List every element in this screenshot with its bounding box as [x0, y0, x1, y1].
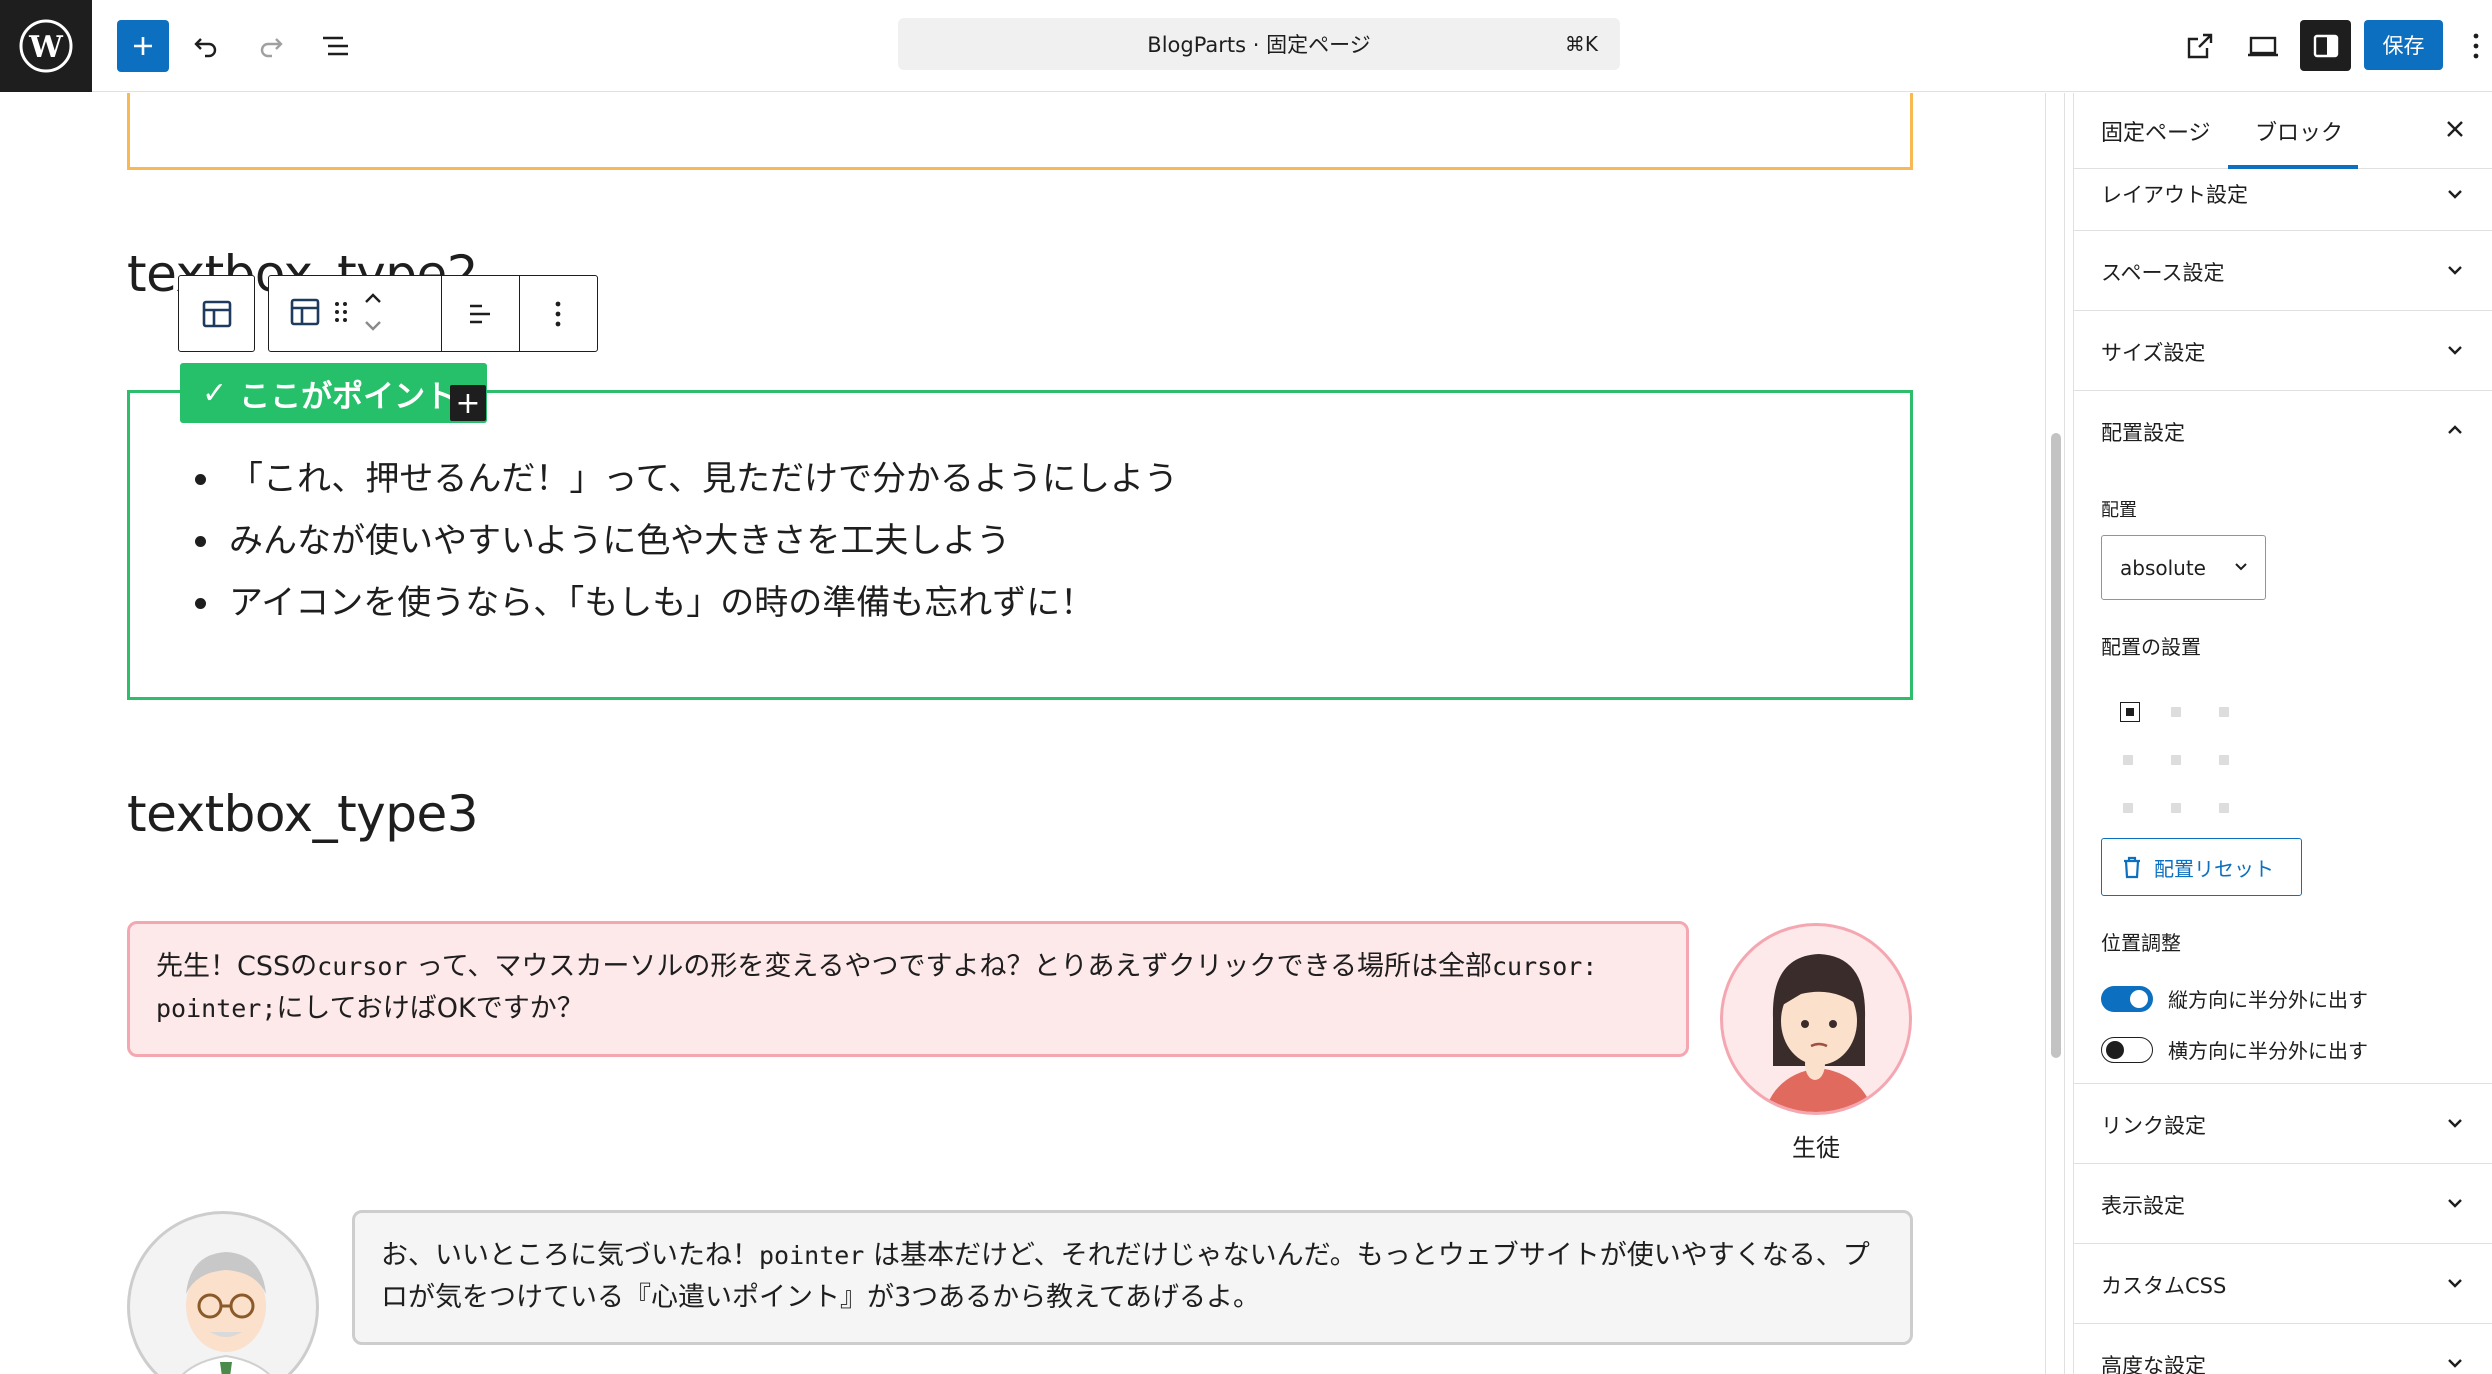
vertical-half-out-toggle[interactable] [2101, 986, 2153, 1012]
chevron-down-icon [2235, 563, 2247, 571]
position-top-center[interactable] [2171, 707, 2181, 717]
drag-handle-icon[interactable] [333, 298, 349, 330]
teacher-avatar [127, 1211, 319, 1374]
chevron-up-icon [2448, 425, 2462, 434]
horizontal-half-out-label: 横方向に半分外に出す [2168, 1039, 2368, 1063]
bubble-text: って、マウスカーソルの形を変えるやつですよね？とりあえずクリックできる場所は全部 [416, 951, 1492, 982]
tab-page[interactable]: 固定ページ [2101, 115, 2211, 147]
tab-block[interactable]: ブロック [2255, 115, 2343, 147]
panel-title: リンク設定 [2101, 1114, 2206, 1138]
block-toolbar [268, 275, 598, 352]
wordpress-logo-icon[interactable]: W [0, 0, 92, 92]
position-bottom-center[interactable] [2171, 803, 2181, 813]
svg-text:W: W [28, 30, 64, 65]
placement-reset-button[interactable]: 配置リセット [2101, 838, 2302, 896]
trash-icon [2124, 856, 2140, 879]
list-item[interactable]: 「これ、押せるんだ！」って、見ただけで分かるようにしよう [195, 448, 1178, 510]
vertical-half-out-label: 縦方向に半分外に出す [2168, 988, 2368, 1012]
panel-custom-css[interactable]: カスタムCSS [2074, 1244, 2492, 1324]
panel-link-settings[interactable]: リンク設定 [2074, 1084, 2492, 1164]
align-left-icon[interactable] [442, 276, 520, 351]
editor-canvas[interactable]: textbox_type2 「これ、押せるんだ！」って、見ただけで分かるようにし… [0, 93, 2045, 1374]
command-palette-title[interactable]: BlogParts · 固定ページ ⌘K [898, 18, 1620, 70]
bubble-text: お、いいところに気づいたね！ [381, 1240, 759, 1271]
parent-block-selector[interactable] [178, 275, 255, 352]
settings-sidebar: 固定ページ ブロック レイアウト設定 スペース設定 サイズ設定 配置設定 配置 … [2073, 93, 2492, 1374]
block-inserter-plus-icon[interactable]: + [450, 385, 486, 421]
chevron-down-icon [2448, 1279, 2462, 1288]
previous-textbox-block[interactable] [127, 93, 1913, 170]
panel-display-settings[interactable]: 表示設定 [2074, 1164, 2492, 1244]
chevron-down-icon [2448, 1119, 2462, 1128]
placement-reset-label: 配置リセット [2154, 856, 2274, 881]
panel-title: カスタムCSS [2101, 1274, 2227, 1298]
point-list[interactable]: 「これ、押せるんだ！」って、見ただけで分かるようにしよう みんなが使いやすいよう… [195, 448, 1178, 634]
save-button[interactable]: 保存 [2364, 20, 2443, 70]
close-icon[interactable] [2437, 111, 2473, 147]
document-title: BlogParts · 固定ページ [1147, 33, 1371, 57]
layout-block-icon[interactable] [289, 296, 321, 332]
panel-title: サイズ設定 [2101, 341, 2206, 365]
editor-topbar: W BlogParts · 固定ページ ⌘K 保存 [0, 0, 2492, 92]
teacher-speech-bubble[interactable]: お、いいところに気づいたね！pointer は基本だけど、それだけじゃないんだ。… [352, 1210, 1913, 1345]
chevron-down-icon [2448, 266, 2462, 275]
chevron-down-icon [2448, 1359, 2462, 1368]
point-badge[interactable]: ✓ ここがポイント [180, 363, 487, 423]
point-badge-label: ここがポイント [239, 378, 457, 415]
position-middle-right[interactable] [2219, 755, 2229, 765]
layout-block-icon [202, 300, 231, 327]
position-middle-left[interactable] [2123, 755, 2133, 765]
undo-button[interactable] [180, 20, 232, 72]
placement-position-grid[interactable] [2120, 702, 2231, 813]
bubble-text: 先生！CSSの [156, 951, 318, 982]
inline-code: cursor [317, 952, 408, 981]
panel-title: 高度な設定 [2101, 1354, 2206, 1374]
document-overview-button[interactable] [309, 20, 361, 72]
panel-title: スペース設定 [2101, 261, 2225, 285]
placement-label: 配置 [2101, 500, 2137, 521]
list-item[interactable]: アイコンを使うなら、「もしも」の時の準備も忘れずに！ [195, 572, 1178, 634]
device-preview-icon[interactable] [2237, 20, 2289, 72]
redo-button[interactable] [245, 20, 297, 72]
list-item[interactable]: みんなが使いやすいように色や大きさを工夫しよう [195, 510, 1178, 572]
add-block-button[interactable] [117, 20, 169, 72]
shortcut-hint: ⌘K [1564, 32, 1598, 56]
student-caption: 生徒 [1792, 1134, 1840, 1162]
settings-sidebar-toggle-icon[interactable] [2300, 20, 2351, 71]
check-icon: ✓ [202, 375, 228, 411]
position-top-left[interactable] [2120, 702, 2140, 722]
heading-textbox-type3[interactable]: textbox_type3 [127, 785, 479, 843]
panel-title: 表示設定 [2101, 1194, 2185, 1218]
sidebar-tabs: 固定ページ ブロック [2074, 93, 2492, 169]
position-bottom-left[interactable] [2123, 803, 2133, 813]
block-options-icon[interactable] [520, 276, 598, 351]
inline-code: pointer [759, 1241, 865, 1270]
canvas-scrollbar-thumb[interactable] [2051, 433, 2061, 1058]
placement-select[interactable]: absolute [2101, 535, 2266, 600]
student-speech-bubble[interactable]: 先生！CSSのcursor って、マウスカーソルの形を変えるやつですよね？とりあ… [127, 921, 1689, 1057]
view-page-external-icon[interactable] [2174, 20, 2226, 72]
position-adjust-label: 位置調整 [2101, 931, 2181, 955]
block-type-and-move [269, 276, 442, 351]
panel-space-settings[interactable]: スペース設定 [2074, 231, 2492, 311]
placement-position-label: 配置の設置 [2101, 635, 2201, 659]
canvas-scrollbar[interactable] [2045, 93, 2065, 1374]
panel-advanced-settings[interactable]: 高度な設定 [2074, 1324, 2492, 1374]
position-top-right[interactable] [2219, 707, 2229, 717]
panel-title: レイアウト設定 [2101, 183, 2248, 207]
student-avatar [1720, 923, 1912, 1115]
placement-select-value: absolute [2120, 555, 2206, 580]
position-middle-center[interactable] [2171, 755, 2181, 765]
position-bottom-right[interactable] [2219, 803, 2229, 813]
horizontal-half-out-toggle[interactable] [2101, 1037, 2153, 1063]
panel-title[interactable]: 配置設定 [2101, 417, 2185, 447]
panel-layout-settings[interactable]: レイアウト設定 [2074, 169, 2492, 231]
bubble-text: にしておけばOKですか？ [276, 993, 584, 1024]
chevron-down-icon [2448, 346, 2462, 355]
move-up-down-icon[interactable] [361, 290, 385, 338]
panel-size-settings[interactable]: サイズ設定 [2074, 311, 2492, 391]
options-more-icon[interactable] [2460, 20, 2492, 72]
chevron-down-icon [2448, 1199, 2462, 1208]
chevron-down-icon [2448, 190, 2462, 199]
